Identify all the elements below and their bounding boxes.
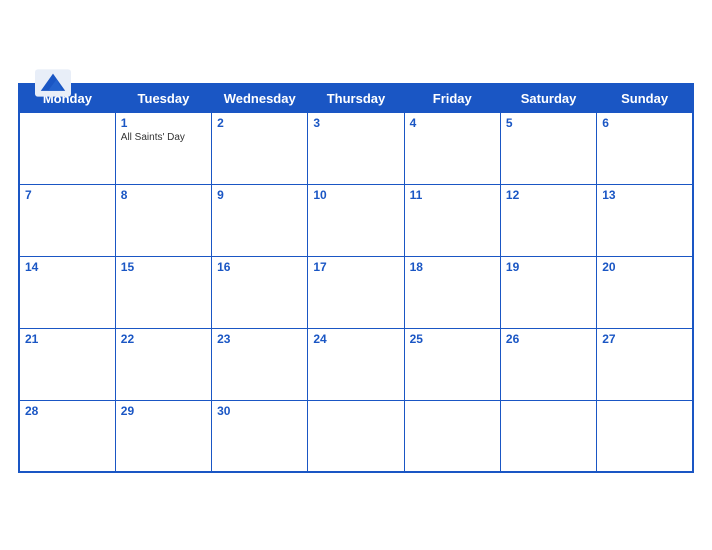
day-number: 9 [217, 188, 302, 202]
calendar-day-cell: 30 [212, 400, 308, 472]
day-number: 7 [25, 188, 110, 202]
day-number: 27 [602, 332, 687, 346]
calendar-tbody: 1All Saints' Day234567891011121314151617… [19, 112, 693, 472]
day-number: 4 [410, 116, 495, 130]
day-number: 23 [217, 332, 302, 346]
day-number: 16 [217, 260, 302, 274]
calendar-day-cell: 21 [19, 328, 115, 400]
calendar-day-cell: 28 [19, 400, 115, 472]
calendar-day-cell: 17 [308, 256, 404, 328]
calendar-thead: MondayTuesdayWednesdayThursdayFridaySatu… [19, 84, 693, 113]
day-number: 20 [602, 260, 687, 274]
weekday-header-thursday: Thursday [308, 84, 404, 113]
calendar-day-cell: 25 [404, 328, 500, 400]
day-number: 14 [25, 260, 110, 274]
generalblue-logo-icon [35, 69, 71, 97]
calendar-day-cell: 27 [597, 328, 693, 400]
calendar-day-cell [500, 400, 596, 472]
calendar-day-cell: 19 [500, 256, 596, 328]
day-number: 12 [506, 188, 591, 202]
day-number: 18 [410, 260, 495, 274]
calendar-day-cell: 8 [115, 184, 211, 256]
calendar-day-cell: 10 [308, 184, 404, 256]
day-number: 5 [506, 116, 591, 130]
day-number: 21 [25, 332, 110, 346]
day-number: 29 [121, 404, 206, 418]
day-number: 28 [25, 404, 110, 418]
day-number: 30 [217, 404, 302, 418]
calendar-week-row: 28 29 30 [19, 400, 693, 472]
calendar-day-cell [19, 112, 115, 184]
calendar-day-cell: 2 [212, 112, 308, 184]
calendar-day-cell: 16 [212, 256, 308, 328]
calendar-day-cell: 1 All Saints' Day [115, 112, 211, 184]
calendar-day-cell: 13 [597, 184, 693, 256]
day-number: 10 [313, 188, 398, 202]
calendar-day-cell: 26 [500, 328, 596, 400]
day-number: 24 [313, 332, 398, 346]
calendar-day-cell: 14 [19, 256, 115, 328]
calendar-day-cell: 5 [500, 112, 596, 184]
calendar-day-cell: 15 [115, 256, 211, 328]
calendar-day-cell: 24 [308, 328, 404, 400]
calendar-day-cell: 22 [115, 328, 211, 400]
day-number: 1 [121, 116, 206, 130]
day-number: 26 [506, 332, 591, 346]
weekday-header-tuesday: Tuesday [115, 84, 211, 113]
day-number: 13 [602, 188, 687, 202]
calendar-day-cell: 7 [19, 184, 115, 256]
logo-area [18, 69, 88, 98]
calendar-week-row: 14 15 16 17 18 19 20 [19, 256, 693, 328]
weekday-header-row: MondayTuesdayWednesdayThursdayFridaySatu… [19, 84, 693, 113]
weekday-header-wednesday: Wednesday [212, 84, 308, 113]
weekday-header-friday: Friday [404, 84, 500, 113]
calendar-day-cell: 18 [404, 256, 500, 328]
calendar-day-cell: 6 [597, 112, 693, 184]
day-number: 22 [121, 332, 206, 346]
calendar-day-cell [404, 400, 500, 472]
calendar-day-cell [308, 400, 404, 472]
calendar-day-cell: 3 [308, 112, 404, 184]
calendar-day-cell: 12 [500, 184, 596, 256]
day-number: 25 [410, 332, 495, 346]
day-number: 19 [506, 260, 591, 274]
day-event: All Saints' Day [121, 132, 206, 143]
calendar-day-cell: 9 [212, 184, 308, 256]
day-number: 3 [313, 116, 398, 130]
calendar-week-row: 1 All Saints' Day 23456 [19, 112, 693, 184]
weekday-header-sunday: Sunday [597, 84, 693, 113]
calendar-day-cell: 11 [404, 184, 500, 256]
calendar-table: MondayTuesdayWednesdayThursdayFridaySatu… [18, 83, 694, 474]
weekday-header-saturday: Saturday [500, 84, 596, 113]
calendar-day-cell: 20 [597, 256, 693, 328]
day-number: 2 [217, 116, 302, 130]
calendar-day-cell [597, 400, 693, 472]
calendar-header [18, 69, 694, 75]
calendar-day-cell: 4 [404, 112, 500, 184]
day-number: 17 [313, 260, 398, 274]
calendar-week-row: 21 22 23 24 25 26 27 [19, 328, 693, 400]
calendar-day-cell: 23 [212, 328, 308, 400]
day-number: 11 [410, 188, 495, 202]
calendar-wrapper: MondayTuesdayWednesdayThursdayFridaySatu… [0, 59, 712, 492]
day-number: 8 [121, 188, 206, 202]
day-number: 15 [121, 260, 206, 274]
day-number: 6 [602, 116, 687, 130]
calendar-day-cell: 29 [115, 400, 211, 472]
calendar-week-row: 789 10 11 12 13 [19, 184, 693, 256]
